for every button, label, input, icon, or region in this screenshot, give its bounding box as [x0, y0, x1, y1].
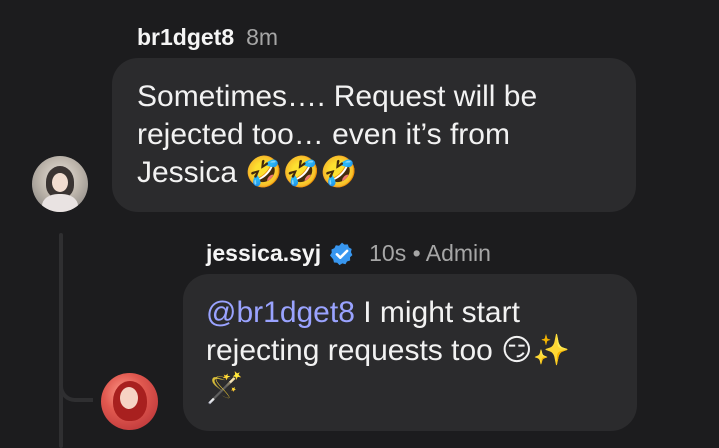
avatar[interactable]	[101, 373, 158, 430]
reply-text-line: @br1dget8 I might start	[206, 294, 615, 332]
magic-wand-emoji-icon: 🪄	[206, 371, 244, 406]
reply-text: I might start	[354, 296, 520, 329]
reply-bubble[interactable]: @br1dget8 I might start rejecting reques…	[183, 274, 637, 431]
avatar[interactable]	[32, 156, 88, 212]
laughing-emoji-icon: 🤣🤣🤣	[245, 155, 358, 190]
comment-header: br1dget8 8m	[137, 24, 278, 51]
reply-username[interactable]: jessica.syj	[206, 240, 321, 267]
reply-text-line: rejecting requests too 😏✨	[206, 332, 615, 370]
verified-badge-icon	[330, 242, 353, 265]
smirk-sparkles-emoji-icon: 😏✨	[501, 333, 570, 368]
reply-text: rejecting requests too	[206, 334, 502, 367]
mention-link[interactable]: @br1dget8	[206, 296, 355, 329]
reply-text-line: 🪄	[206, 370, 615, 408]
comment-text-line: Sometimes…. Request will be	[137, 80, 538, 113]
comment-bubble[interactable]: Sometimes…. Request will be rejected too…	[112, 58, 636, 212]
comment-timestamp: 8m	[246, 24, 279, 50]
reply-header: jessica.syj 10s • Admin	[206, 240, 491, 267]
comment-text-line: Jessica 🤣🤣🤣	[137, 154, 612, 192]
comment-text: Jessica	[137, 156, 238, 189]
comment-text-line: rejected too… even it’s from	[137, 118, 510, 151]
thread-branch-line	[59, 360, 93, 402]
thread-line	[59, 233, 63, 448]
comment-username[interactable]: br1dget8	[137, 24, 234, 51]
comment-thread: br1dget8 8m Sometimes…. Request will be …	[0, 0, 719, 448]
reply-timestamp: 10s • Admin	[369, 240, 491, 266]
